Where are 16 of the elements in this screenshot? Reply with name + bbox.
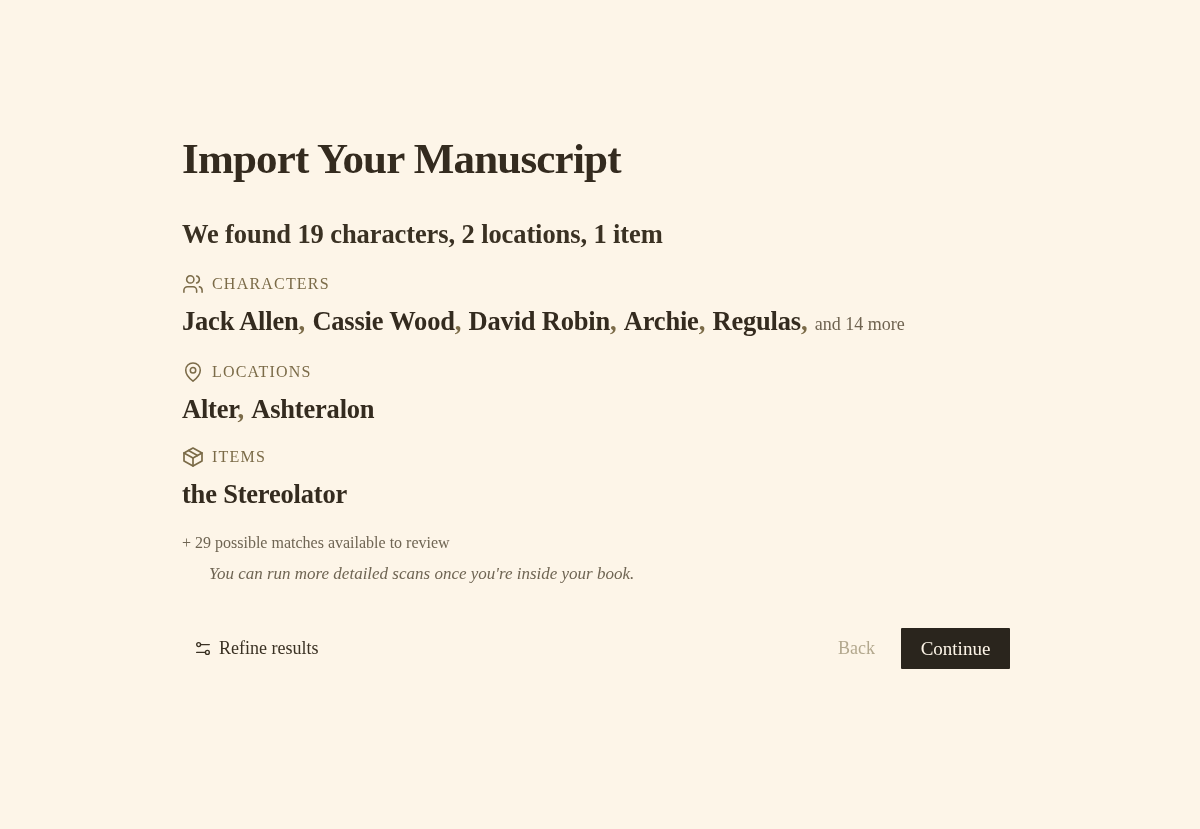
sliders-icon: [196, 642, 211, 655]
possible-matches-text: + 29 possible matches available to review: [182, 533, 451, 554]
section-label: LOCATIONS: [212, 363, 312, 381]
continue-button[interactable]: Continue: [901, 628, 1010, 669]
name-list: Jack Allen, Cassie Wood, David Robin, Archie, Regulas, and 14 more: [182, 305, 1010, 340]
name-list: Alter, Ashteralon: [182, 393, 1010, 425]
people-icon: [183, 274, 203, 294]
section-label: ITEMS: [212, 448, 266, 466]
refine-results-button[interactable]: Refine results: [182, 630, 333, 667]
section-label: CHARACTERS: [212, 275, 330, 293]
box-icon: [183, 447, 203, 467]
name-list: the Stereolator: [182, 478, 1010, 510]
summary-heading: We found 19 characters, 2 locations, 1 item: [182, 218, 664, 250]
map-pin-icon: [183, 362, 203, 382]
page-title: Import Your Manuscript: [182, 134, 623, 184]
hint-text: You can run more detailed scans once you're inside your book.: [209, 563, 636, 585]
